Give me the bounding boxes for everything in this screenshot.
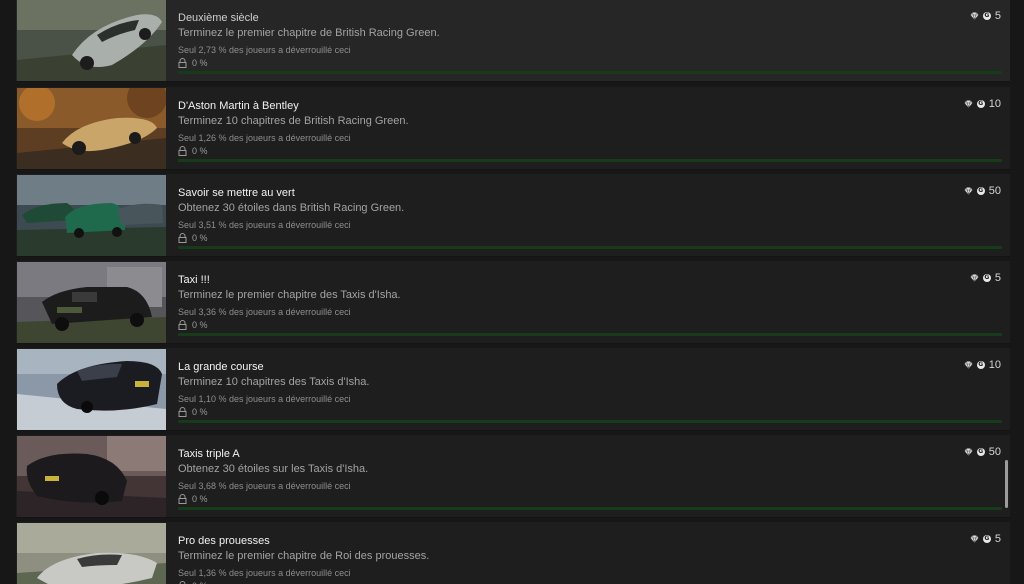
achievement-description: Terminez 10 chapitres des Taxis d'Isha. (178, 376, 370, 388)
progress-label: 0 % (192, 407, 208, 417)
gem-icon (964, 187, 973, 195)
achievement-thumbnail (17, 349, 166, 430)
achievement-list: Deuxième siècle Terminez le premier chap… (0, 0, 1024, 584)
achievement-score: G 5 (970, 10, 1001, 22)
achievement-thumbnail (17, 88, 166, 169)
gamerscore-icon: G (982, 535, 991, 543)
gamerscore-icon: G (982, 12, 991, 20)
achievement-rarity: Seul 3,51 % des joueurs a déverrouillé c… (178, 220, 351, 230)
achievement-description: Terminez le premier chapitre de Roi des … (178, 550, 430, 562)
achievement-score: G 10 (964, 98, 1001, 110)
achievement-progress: 0 % (178, 320, 208, 330)
progress-label: 0 % (192, 320, 208, 330)
score-value: 50 (988, 185, 1001, 197)
achievement-row[interactable]: Deuxième siècle Terminez le premier chap… (16, 0, 1010, 82)
score-value: 5 (994, 272, 1001, 284)
score-value: 50 (988, 446, 1001, 458)
achievement-title: La grande course (178, 361, 264, 373)
progress-label: 0 % (192, 146, 208, 156)
achievement-score: G 50 (964, 446, 1001, 458)
achievement-progress: 0 % (178, 58, 208, 68)
lock-icon (178, 233, 187, 243)
achievement-rarity: Seul 3,36 % des joueurs a déverrouillé c… (178, 307, 351, 317)
achievement-thumbnail (17, 523, 166, 584)
achievement-description: Terminez le premier chapitre de British … (178, 27, 440, 39)
achievement-rarity: Seul 1,10 % des joueurs a déverrouillé c… (178, 394, 351, 404)
gamerscore-icon: G (976, 187, 985, 195)
achievement-score: G 5 (970, 533, 1001, 545)
achievement-title: Taxis triple A (178, 448, 240, 460)
achievement-thumbnail (17, 175, 166, 256)
lock-icon (178, 58, 187, 68)
gamerscore-icon: G (982, 274, 991, 282)
progress-label: 0 % (192, 494, 208, 504)
achievement-progress: 0 % (178, 233, 208, 243)
achievement-row[interactable]: Taxis triple A Obtenez 30 étoiles sur le… (16, 435, 1010, 518)
achievement-description: Obtenez 30 étoiles dans British Racing G… (178, 202, 405, 214)
achievement-score: G 5 (970, 272, 1001, 284)
achievement-rarity: Seul 1,36 % des joueurs a déverrouillé c… (178, 568, 351, 578)
achievement-row[interactable]: Savoir se mettre au vert Obtenez 30 étoi… (16, 174, 1010, 257)
achievement-rarity: Seul 1,26 % des joueurs a déverrouillé c… (178, 133, 351, 143)
achievement-title: Pro des prouesses (178, 535, 270, 547)
progress-bar (178, 507, 1002, 510)
achievement-thumbnail (17, 262, 166, 343)
score-value: 5 (994, 10, 1001, 22)
achievement-progress: 0 % (178, 407, 208, 417)
achievement-row[interactable]: Taxi !!! Terminez le premier chapitre de… (16, 261, 1010, 344)
achievement-title: Deuxième siècle (178, 12, 259, 24)
achievement-progress: 0 % (178, 146, 208, 156)
achievement-progress: 0 % (178, 494, 208, 504)
achievement-thumbnail (17, 436, 166, 517)
gem-icon (970, 274, 979, 282)
achievement-score: G 10 (964, 359, 1001, 371)
gamerscore-icon: G (976, 448, 985, 456)
gem-icon (964, 361, 973, 369)
achievement-rarity: Seul 3,68 % des joueurs a déverrouillé c… (178, 481, 351, 491)
gamerscore-icon: G (976, 361, 985, 369)
progress-bar (178, 420, 1002, 423)
achievement-title: Savoir se mettre au vert (178, 187, 295, 199)
achievement-row[interactable]: La grande course Terminez 10 chapitres d… (16, 348, 1010, 431)
score-value: 10 (988, 98, 1001, 110)
gem-icon (970, 535, 979, 543)
score-value: 5 (994, 533, 1001, 545)
scrollbar-thumb[interactable] (1005, 460, 1008, 508)
progress-label: 0 % (192, 233, 208, 243)
achievement-thumbnail (17, 0, 166, 81)
achievement-description: Obtenez 30 étoiles sur les Taxis d'Isha. (178, 463, 369, 475)
gamerscore-icon: G (976, 100, 985, 108)
progress-label: 0 % (192, 58, 208, 68)
lock-icon (178, 320, 187, 330)
progress-bar (178, 246, 1002, 249)
lock-icon (178, 146, 187, 156)
progress-bar (178, 71, 1002, 74)
achievement-description: Terminez le premier chapitre des Taxis d… (178, 289, 401, 301)
progress-bar (178, 333, 1002, 336)
achievement-rarity: Seul 2,73 % des joueurs a déverrouillé c… (178, 45, 351, 55)
achievement-row[interactable]: D'Aston Martin à Bentley Terminez 10 cha… (16, 87, 1010, 170)
achievement-description: Terminez 10 chapitres de British Racing … (178, 115, 409, 127)
lock-icon (178, 407, 187, 417)
achievement-title: D'Aston Martin à Bentley (178, 100, 299, 112)
achievement-row[interactable]: Pro des prouesses Terminez le premier ch… (16, 522, 1010, 584)
gem-icon (964, 448, 973, 456)
progress-bar (178, 159, 1002, 162)
achievement-title: Taxi !!! (178, 274, 210, 286)
achievement-score: G 50 (964, 185, 1001, 197)
gem-icon (970, 12, 979, 20)
gem-icon (964, 100, 973, 108)
score-value: 10 (988, 359, 1001, 371)
lock-icon (178, 494, 187, 504)
